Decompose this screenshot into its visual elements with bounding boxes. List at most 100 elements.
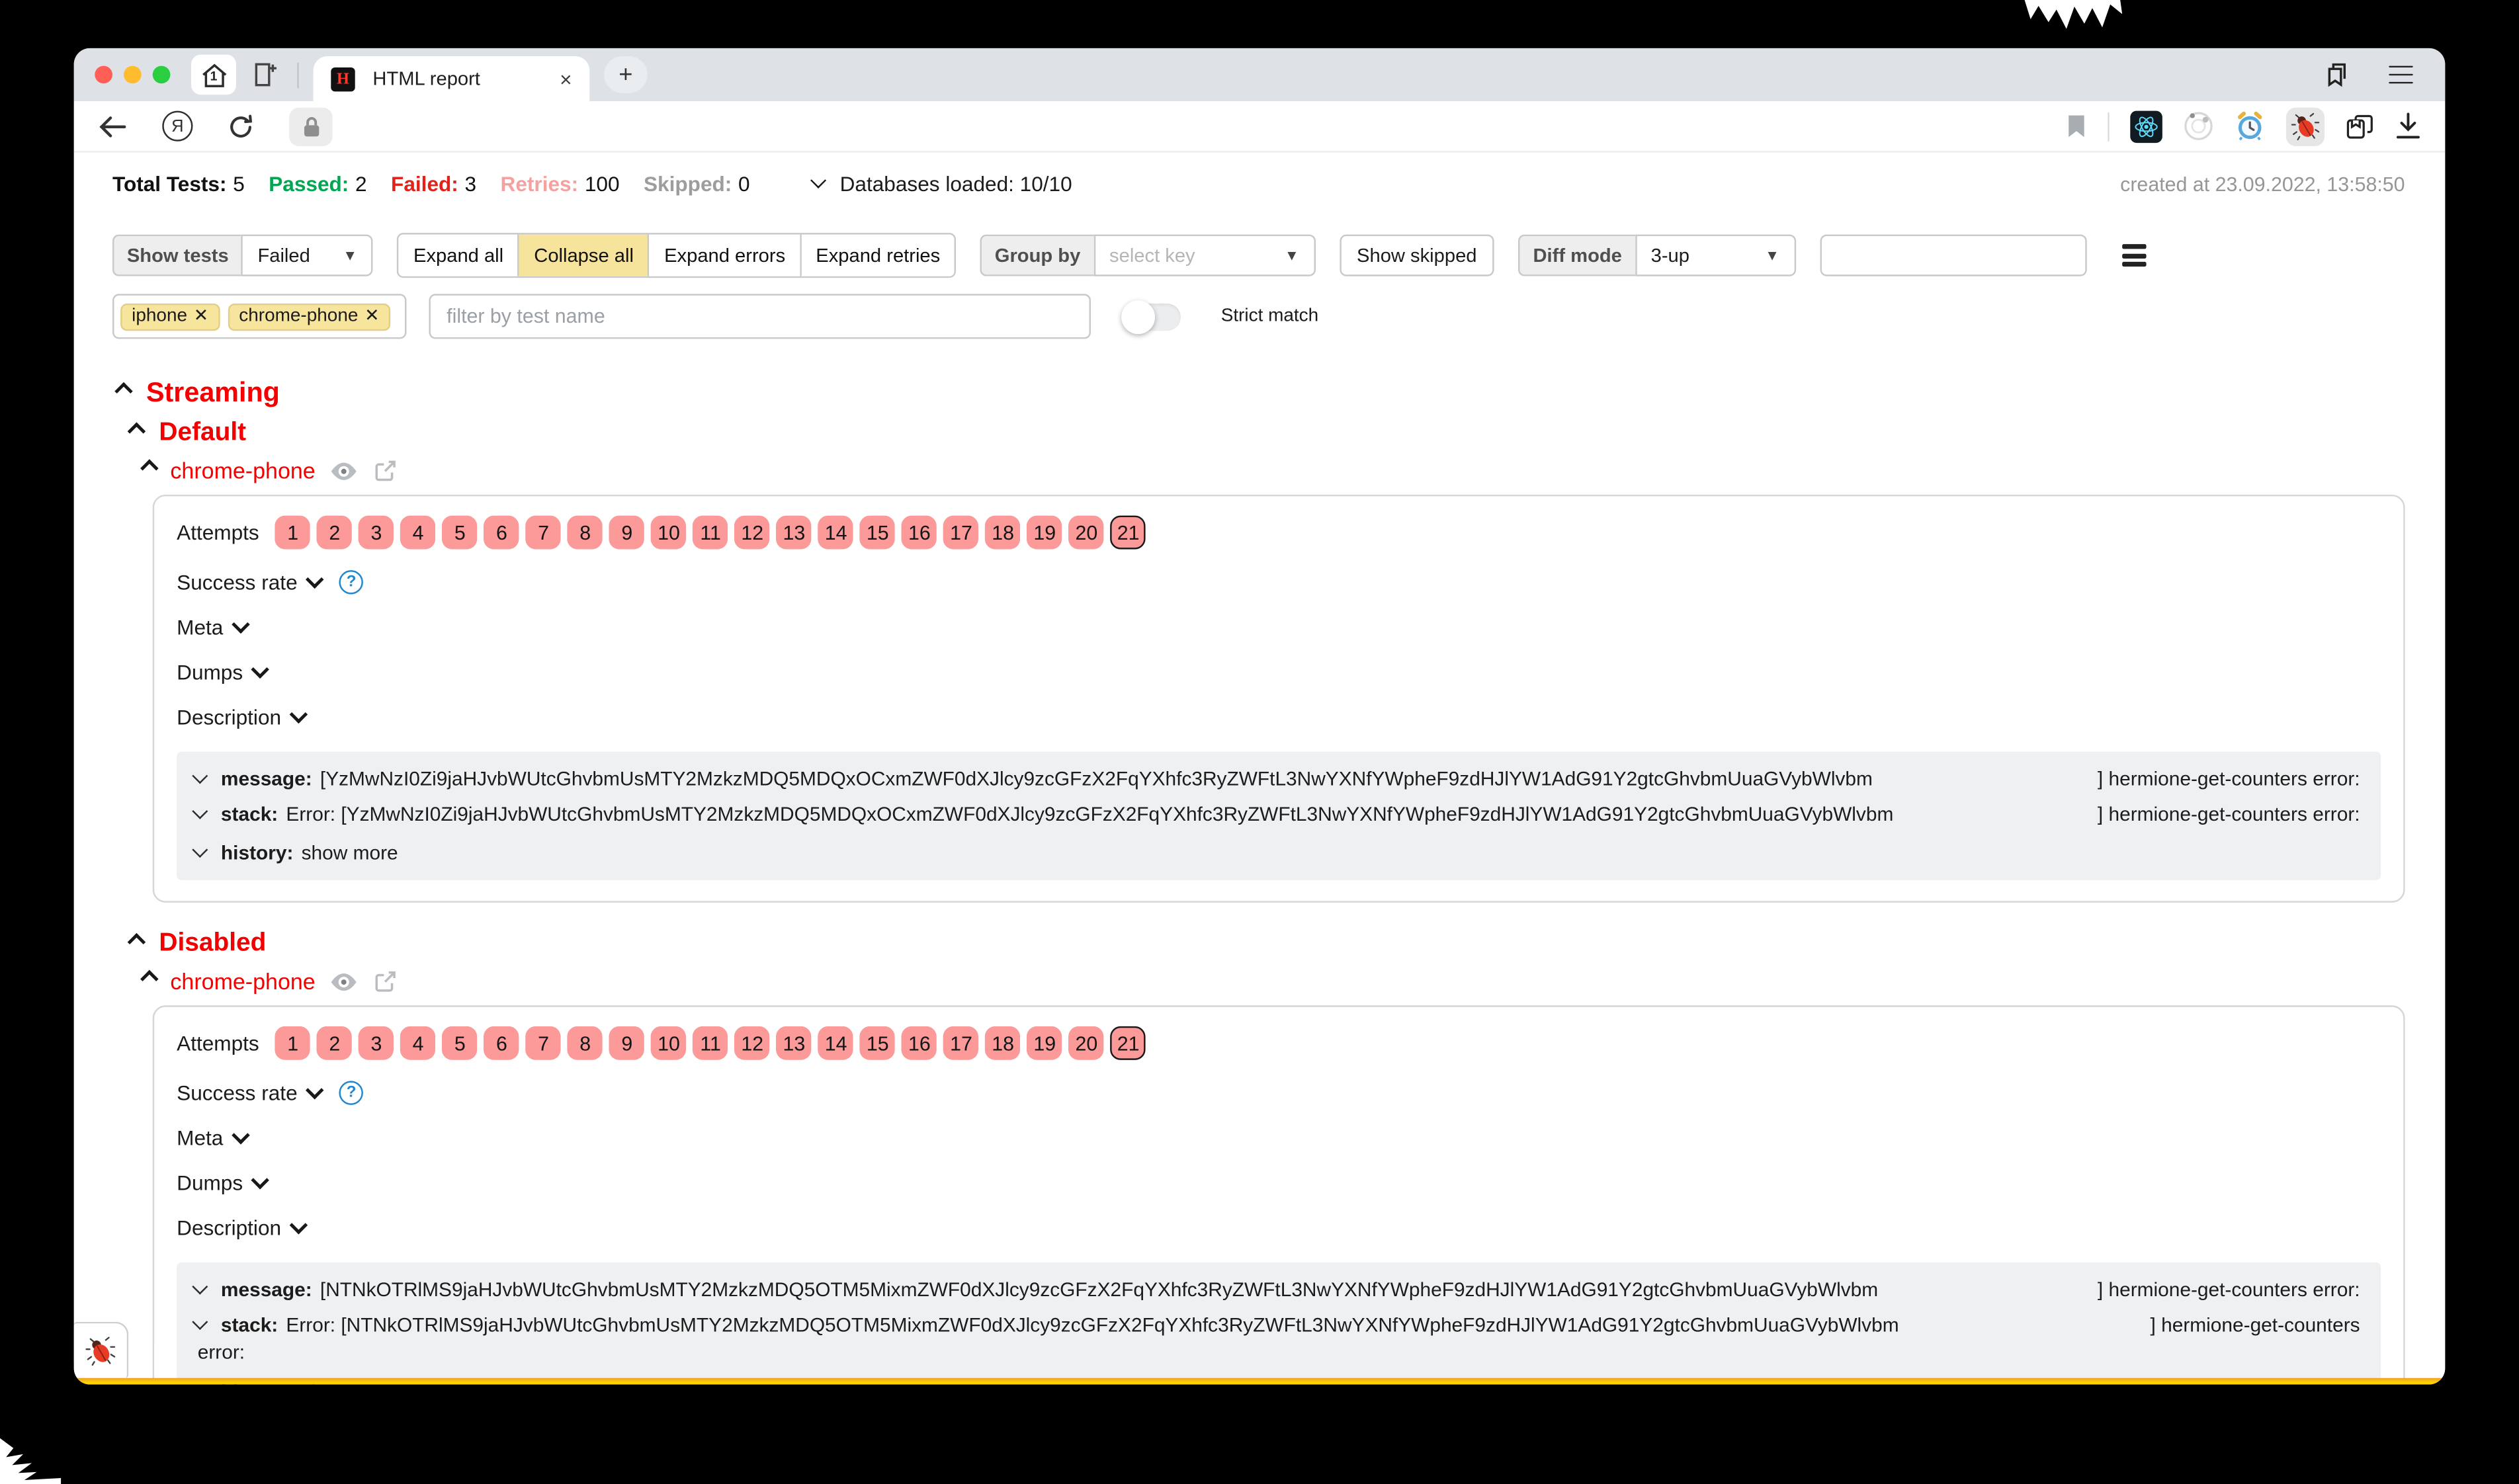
success-rate-row[interactable]: Success rate ?	[177, 1081, 2381, 1104]
attempt-pill[interactable]: 6	[484, 516, 519, 550]
home-button[interactable]: 1	[191, 55, 236, 95]
dumps-row[interactable]: Dumps	[177, 1171, 2381, 1194]
report-menu-icon[interactable]	[2121, 244, 2145, 267]
attempt-pill[interactable]: 17	[943, 1026, 978, 1060]
attempt-pill[interactable]: 3	[359, 1026, 394, 1060]
browser-row-chrome-phone[interactable]: chrome-phone	[112, 458, 2405, 483]
expand-all-button[interactable]: Expand all	[399, 235, 519, 276]
reload-icon[interactable]	[228, 113, 254, 139]
attempt-pill[interactable]: 2	[317, 1026, 352, 1060]
filter-by-test-name-input[interactable]	[429, 294, 1091, 339]
error-stack-line[interactable]: stack: Error: [NTNkOTRlMS9jaHJvbWUtcGhvb…	[198, 1314, 2360, 1337]
attempt-pill[interactable]: 20	[1069, 1026, 1104, 1060]
filter-chip-chrome-phone[interactable]: chrome-phone✕	[228, 303, 390, 330]
attempt-pill[interactable]: 7	[526, 1026, 561, 1060]
suite-row-disabled[interactable]: Disabled	[112, 930, 2405, 959]
attempt-pill[interactable]: 15	[860, 516, 895, 550]
attempt-pill[interactable]: 9	[609, 1026, 644, 1060]
attempt-pill[interactable]: 16	[902, 1026, 937, 1060]
new-window-icon[interactable]	[252, 61, 279, 88]
error-message-line[interactable]: message: [YzMwNzI0Zi9jaHJvbWUtcGhvbmUsMT…	[198, 768, 2360, 790]
attempt-pill[interactable]: 13	[777, 516, 812, 550]
attempt-pill[interactable]: 17	[943, 516, 978, 550]
browser-filter-box[interactable]: iphone✕ chrome-phone✕	[112, 294, 406, 339]
attempt-pill-selected[interactable]: 21	[1111, 516, 1146, 550]
attempt-pill[interactable]: 9	[609, 516, 644, 550]
attempt-pill[interactable]: 5	[443, 1026, 478, 1060]
attempt-pill[interactable]: 16	[902, 516, 937, 550]
chip-close-icon[interactable]: ✕	[364, 308, 379, 325]
attempt-pill[interactable]: 18	[985, 516, 1020, 550]
attempt-pill[interactable]: 5	[443, 516, 478, 550]
expand-retries-button[interactable]: Expand retries	[801, 235, 955, 276]
help-icon[interactable]: ?	[339, 1081, 363, 1104]
show-skipped-button[interactable]: Show skipped	[1339, 235, 1494, 276]
fullscreen-window-button[interactable]	[153, 66, 171, 84]
attempt-pill[interactable]: 15	[860, 1026, 895, 1060]
view-test-eye-icon[interactable]	[330, 460, 359, 481]
attempt-pill[interactable]: 7	[526, 516, 561, 550]
orbit-extension-icon[interactable]	[2183, 111, 2213, 142]
meta-row[interactable]: Meta	[177, 615, 2381, 639]
description-row[interactable]: Description	[177, 1216, 2381, 1239]
new-tab-button[interactable]: +	[604, 56, 648, 93]
search-input[interactable]	[1820, 235, 2086, 276]
attempt-pill[interactable]: 18	[985, 1026, 1020, 1060]
attempt-pill[interactable]: 12	[735, 516, 770, 550]
browser-row-chrome-phone[interactable]: chrome-phone	[112, 968, 2405, 994]
attempt-pill[interactable]: 14	[818, 516, 853, 550]
browser-menu-icon[interactable]	[2389, 65, 2412, 85]
expand-errors-button[interactable]: Expand errors	[650, 235, 801, 276]
attempt-pill[interactable]: 14	[818, 1026, 853, 1060]
attempt-pill[interactable]: 11	[693, 516, 728, 550]
diff-mode-select[interactable]: 3-up▼	[1635, 235, 1795, 276]
minimize-window-button[interactable]	[124, 66, 142, 84]
dumps-row[interactable]: Dumps	[177, 660, 2381, 684]
download-icon[interactable]	[2395, 112, 2421, 140]
description-row[interactable]: Description	[177, 705, 2381, 729]
show-tests-select[interactable]: Failed▼	[241, 235, 373, 276]
attempt-pill[interactable]: 20	[1069, 516, 1104, 550]
alarm-clock-extension-icon[interactable]	[2235, 111, 2265, 142]
help-icon[interactable]: ?	[339, 570, 363, 594]
attempt-pill[interactable]: 1	[275, 1026, 310, 1060]
bookmark-flag-icon[interactable]	[2066, 114, 2087, 138]
error-stack-line[interactable]: stack: Error: [YzMwNzI0Zi9jaHJvbWUtcGhvb…	[198, 803, 2360, 825]
error-message-line[interactable]: message: [NTNkOTRlMS9jaHJvbWUtcGhvbmUsMT…	[198, 1278, 2360, 1301]
attempt-pill[interactable]: 19	[1027, 516, 1062, 550]
chip-close-icon[interactable]: ✕	[194, 308, 208, 325]
strict-match-toggle[interactable]	[1123, 303, 1181, 330]
attempt-pill[interactable]: 1	[275, 516, 310, 550]
attempt-pill[interactable]: 11	[693, 1026, 728, 1060]
close-window-button[interactable]	[95, 66, 112, 84]
attempt-pill[interactable]: 12	[735, 1026, 770, 1060]
tab-close-icon[interactable]: ×	[560, 68, 572, 89]
view-test-eye-icon[interactable]	[330, 971, 359, 992]
suite-row-default[interactable]: Default	[112, 419, 2405, 448]
collapse-all-button[interactable]: Collapse all	[519, 235, 650, 276]
filter-chip-iphone[interactable]: iphone✕	[120, 303, 220, 330]
attempt-pill[interactable]: 8	[568, 516, 603, 550]
collections-icon[interactable]	[2346, 113, 2375, 139]
databases-loaded-toggle[interactable]: Databases loaded: 10/10	[816, 172, 1072, 196]
share-test-icon[interactable]	[373, 968, 399, 994]
suite-row-streaming[interactable]: Streaming	[112, 378, 2405, 410]
yandex-search-icon[interactable]: Я	[162, 111, 192, 142]
attempt-pill[interactable]: 4	[400, 516, 435, 550]
attempt-pill[interactable]: 3	[359, 516, 394, 550]
react-devtools-extension-icon[interactable]	[2130, 110, 2162, 142]
attempt-pill[interactable]: 8	[568, 1026, 603, 1060]
bug-report-floating-button[interactable]	[74, 1322, 129, 1378]
attempt-pill[interactable]: 4	[400, 1026, 435, 1060]
show-more-link[interactable]: show more	[302, 842, 2360, 864]
attempt-pill[interactable]: 10	[651, 516, 686, 550]
attempt-pill[interactable]: 19	[1027, 1026, 1062, 1060]
group-by-select[interactable]: select key▼	[1093, 235, 1315, 276]
attempt-pill[interactable]: 13	[777, 1026, 812, 1060]
meta-row[interactable]: Meta	[177, 1126, 2381, 1149]
site-lock-button[interactable]	[289, 106, 333, 145]
success-rate-row[interactable]: Success rate ?	[177, 570, 2381, 594]
attempt-pill-selected[interactable]: 21	[1111, 1026, 1146, 1060]
bookmarks-panel-icon[interactable]	[2323, 61, 2350, 88]
attempt-pill[interactable]: 6	[484, 1026, 519, 1060]
